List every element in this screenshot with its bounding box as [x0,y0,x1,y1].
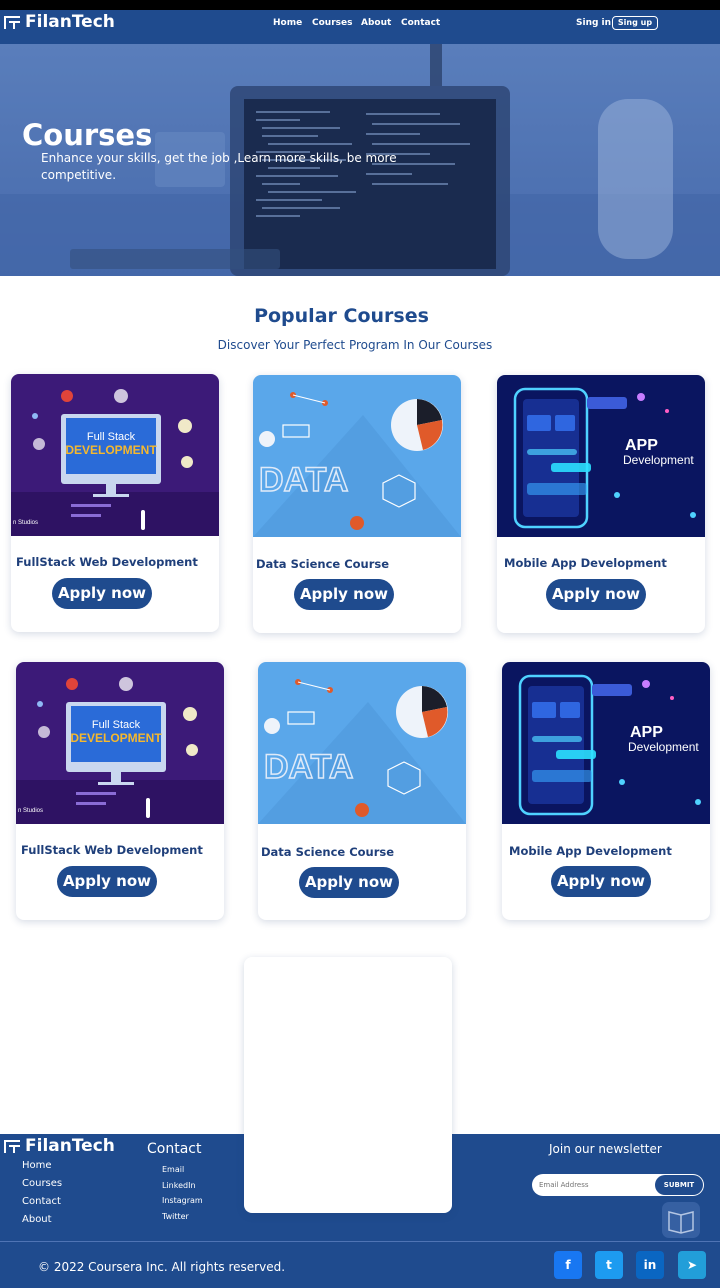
data-thumb-text: DATA [264,748,353,786]
hero-subtitle: Enhance your skills, get the job ,Learn … [41,151,397,182]
nav-contact-link[interactable]: Contact [401,18,440,28]
brand-logo[interactable]: FilanTech [4,12,115,32]
footer-divider [0,1241,720,1242]
course-title: Mobile App Development [509,844,672,858]
course-card-data-science[interactable]: DATA Data Science Course Apply now [258,662,466,920]
newsletter-heading: Join our newsletter [549,1142,662,1156]
hero-banner: Courses Enhance your skills, get the job… [0,44,720,276]
course-card-data-science[interactable]: DATA Data Science Course Apply now [253,375,461,633]
signup-button[interactable]: Sing up [612,16,658,30]
facebook-glyph: f [565,1258,571,1272]
twitter-glyph: t [606,1258,612,1272]
signin-link[interactable]: Sing in [576,18,611,28]
course-title: FullStack Web Development [21,843,203,857]
footer-contact-link[interactable]: Contact [22,1196,61,1207]
fullstack-thumb-top: Full Stack [92,719,141,731]
footer-courses-link[interactable]: Courses [22,1178,62,1189]
fullstack-thumbnail-image: Full Stack DEVELOPMENT n Studios [16,662,224,824]
apply-now-button[interactable]: Apply now [299,867,399,898]
course-title: Data Science Course [256,557,390,571]
brand-name: FilanTech [25,12,115,32]
data-science-thumbnail-image: DATA [253,375,461,537]
app-thumb-title: APP [630,724,663,741]
mobile-app-thumbnail-image: APP Development [497,375,705,537]
course-card-fullstack[interactable]: Full Stack DEVELOPMENT n Studios FullSta… [11,374,219,632]
apply-now-button[interactable]: Apply now [546,579,646,610]
course-card-fullstack[interactable]: Full Stack DEVELOPMENT n Studios FullSta… [16,662,224,920]
fullstack-thumb-bottom: DEVELOPMENT [65,443,157,457]
apply-now-button[interactable]: Apply now [294,579,394,610]
contact-instagram-link[interactable]: Instagram [162,1196,203,1205]
linkedin-glyph: in [643,1258,657,1272]
facebook-icon[interactable]: f [554,1251,582,1279]
data-science-thumbnail-image: DATA [258,662,466,824]
mobile-app-thumbnail-image: APP Development [502,662,710,824]
course-card-mobile-app[interactable]: APP Development Mobile App Development A… [502,662,710,920]
nav-home-link[interactable]: Home [273,18,302,28]
footer-brand-name: FilanTech [25,1136,115,1156]
copyright-text: © 2022 Coursera Inc. All rights reserved… [38,1260,286,1274]
contact-linkedin-link[interactable]: LinkedIn [162,1181,196,1190]
app-thumb-sub: Development [623,453,694,467]
app-thumb-title: APP [625,437,658,454]
book-icon[interactable] [662,1202,700,1238]
popular-courses-title: Popular Courses [254,305,429,327]
apply-now-button[interactable]: Apply now [551,866,651,897]
app-thumb-sub: Development [628,740,699,754]
data-thumb-text: DATA [259,461,348,499]
nav-courses-link[interactable]: Courses [312,18,352,28]
contact-email-link[interactable]: Email [162,1165,184,1174]
empty-card-overlay [244,957,452,1213]
telegram-icon[interactable]: ➤ [678,1251,706,1279]
brand-mark-icon [4,1138,20,1154]
studio-watermark: n Studios [13,520,38,526]
course-card-mobile-app[interactable]: APP Development Mobile App Development A… [497,375,705,633]
contact-heading: Contact [147,1141,202,1157]
twitter-icon[interactable]: t [595,1251,623,1279]
fullstack-thumb-bottom: DEVELOPMENT [70,731,162,745]
footer-about-link[interactable]: About [22,1214,52,1225]
fullstack-thumbnail-image: Full Stack DEVELOPMENT n Studios [11,374,219,536]
studio-watermark: n Studios [18,808,43,814]
popular-courses-subtitle: Discover Your Perfect Program In Our Cou… [217,338,493,352]
contact-twitter-link[interactable]: Twitter [162,1212,189,1221]
course-title: Mobile App Development [504,556,667,570]
apply-now-button[interactable]: Apply now [57,866,157,897]
footer-brand-logo[interactable]: FilanTech [4,1136,115,1156]
footer-home-link[interactable]: Home [22,1160,52,1171]
telegram-glyph: ➤ [686,1258,698,1272]
fullstack-thumb-top: Full Stack [87,431,136,443]
hero-title: Courses [22,118,153,152]
brand-mark-icon [4,14,20,30]
nav-about-link[interactable]: About [361,18,391,28]
status-bar [0,0,720,10]
apply-now-button[interactable]: Apply now [52,578,152,609]
newsletter-submit-button[interactable]: SUBMIT [655,1175,703,1195]
course-title: Data Science Course [261,845,395,859]
top-navbar: FilanTech Home Courses About Contact Sin… [0,10,720,44]
course-title: FullStack Web Development [16,555,198,569]
linkedin-icon[interactable]: in [636,1251,664,1279]
